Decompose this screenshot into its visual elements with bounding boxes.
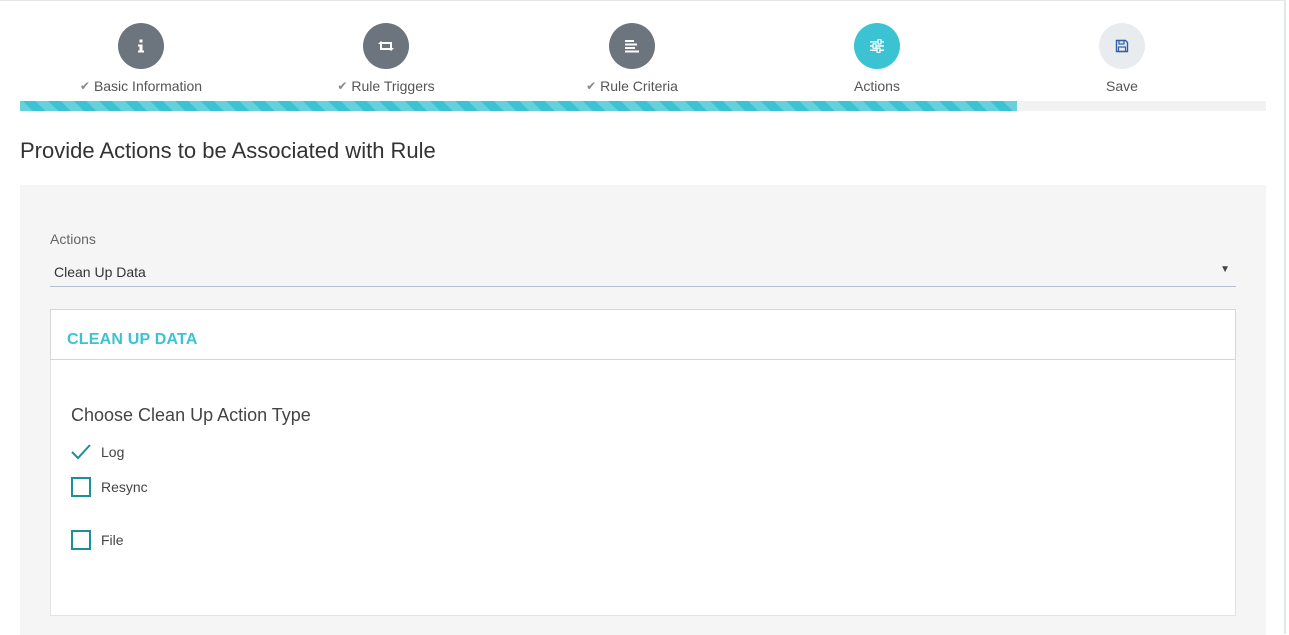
wizard-steps: ✔ Basic Information ✔ Rule Triggers ✔ Ru…: [20, 1, 1266, 113]
checkmark-icon: [71, 444, 91, 460]
actions-panel: Actions Clean Up Data ▼ CLEAN UP DATA Ch…: [20, 185, 1266, 635]
sliders-icon: [870, 39, 884, 53]
check-icon: ✔: [586, 79, 597, 93]
cleanup-card-header: CLEAN UP DATA: [50, 309, 1236, 360]
option-resync[interactable]: Resync: [71, 477, 148, 497]
step-circle: [609, 23, 655, 69]
align-left-icon: [625, 40, 639, 53]
wizard-progress-bar: [20, 101, 1266, 111]
actions-select[interactable]: Clean Up Data ▼: [50, 257, 1236, 287]
step-label: Actions: [777, 77, 977, 95]
option-file-label: File: [101, 532, 124, 548]
step-label: ✔ Rule Triggers: [286, 77, 486, 95]
retweet-icon: [378, 41, 394, 51]
cleanup-section-title: Choose Clean Up Action Type: [71, 405, 311, 425]
page-title: Provide Actions to be Associated with Ru…: [20, 138, 436, 163]
step-circle: [363, 23, 409, 69]
save-icon: [1115, 39, 1129, 53]
step-label: ✔ Rule Criteria: [532, 77, 732, 95]
app-frame: ✔ Basic Information ✔ Rule Triggers ✔ Ru…: [0, 0, 1286, 635]
check-icon: ✔: [79, 79, 90, 93]
step-label-text: Rule Criteria: [600, 78, 678, 94]
wizard-progress-fill: [20, 101, 1017, 111]
option-log-label: Log: [101, 444, 125, 460]
step-circle: [854, 23, 900, 69]
step-label-text: Actions: [854, 78, 900, 94]
file-checkbox[interactable]: [71, 530, 91, 550]
step-save[interactable]: Save: [1022, 23, 1222, 95]
step-actions[interactable]: Actions: [777, 23, 977, 95]
resync-checkbox[interactable]: [71, 477, 91, 497]
step-label-text: Basic Information: [93, 78, 203, 94]
step-label-text: Rule Triggers: [351, 78, 435, 94]
cleanup-card-title: CLEAN UP DATA: [67, 331, 198, 348]
option-file[interactable]: File: [71, 530, 124, 550]
step-label: ✔ Basic Information: [41, 77, 241, 95]
option-resync-label: Resync: [101, 479, 148, 495]
step-label: Save: [1022, 77, 1222, 95]
step-rule-triggers[interactable]: ✔ Rule Triggers: [286, 23, 486, 95]
actions-select-value: Clean Up Data: [54, 264, 146, 280]
actions-label: Actions: [50, 231, 96, 247]
step-circle: [1099, 23, 1145, 69]
check-icon: ✔: [337, 79, 348, 93]
step-circle: [118, 23, 164, 69]
cleanup-card: CLEAN UP DATA Choose Clean Up Action Typ…: [50, 309, 1236, 616]
caret-down-icon: ▼: [1220, 264, 1230, 275]
step-label-text: Save: [1106, 78, 1138, 94]
info-icon: [138, 39, 144, 53]
option-log[interactable]: Log: [71, 442, 124, 462]
step-rule-criteria[interactable]: ✔ Rule Criteria: [532, 23, 732, 95]
step-basic-information[interactable]: ✔ Basic Information: [41, 23, 241, 95]
